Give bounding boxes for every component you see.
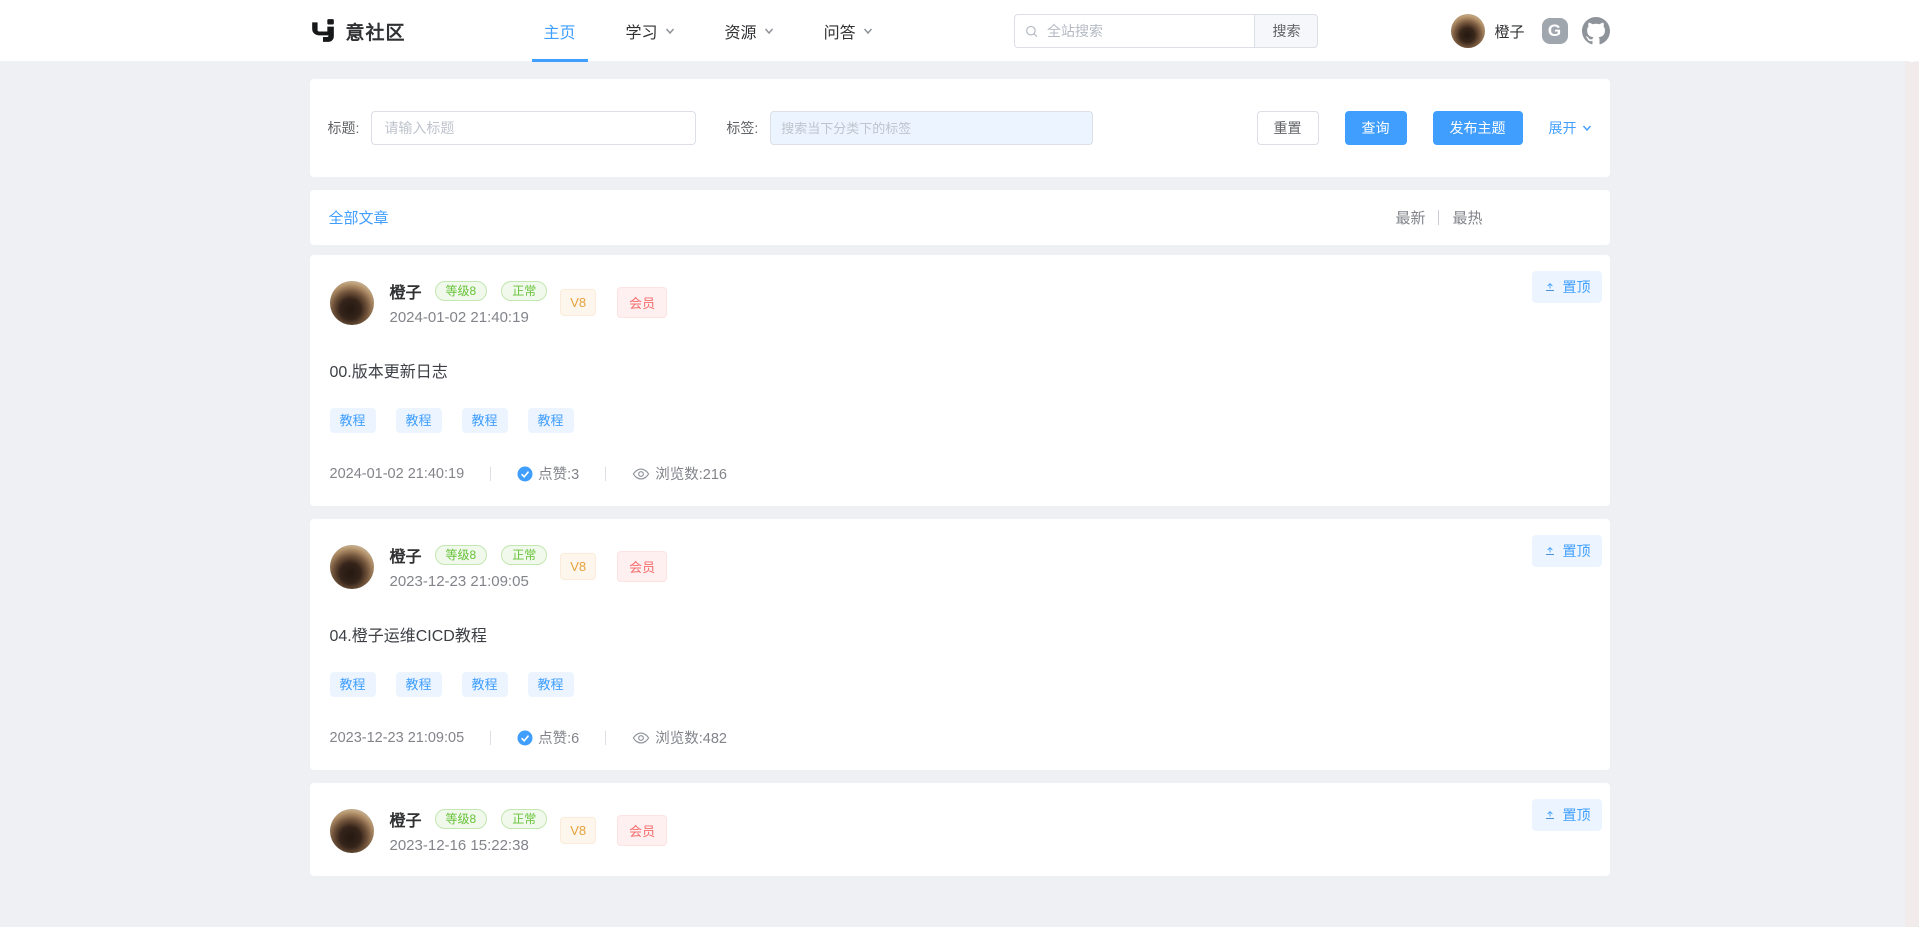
gitee-icon[interactable]: G — [1542, 18, 1568, 44]
likes-count: 点赞:3 — [538, 463, 579, 484]
logo-icon — [310, 18, 336, 44]
nav-item-home[interactable]: 主页 — [544, 0, 576, 62]
post-card: 置顶 橙子 等级8 正常 2023-12-23 21:09:05 V8 会员 — [310, 519, 1610, 770]
vip-badge: V8 — [560, 553, 596, 580]
post-card: 置顶 橙子 等级8 正常 2024-01-02 21:40:19 V8 会员 — [310, 255, 1610, 506]
github-icon[interactable] — [1582, 17, 1610, 45]
list-header: 全部文章 最新 最热 — [310, 190, 1610, 245]
reset-button[interactable]: 重置 — [1257, 111, 1319, 145]
chevron-down-icon — [863, 26, 873, 36]
member-badge: 会员 — [617, 287, 667, 318]
likes-count: 点赞:6 — [538, 727, 579, 748]
tag-filter-label: 标签: — [726, 118, 758, 138]
post-user-row: 橙子 等级8 正常 2024-01-02 21:40:19 V8 会员 — [330, 279, 1590, 326]
post-footer: 2024-01-02 21:40:19 点赞:3 — [330, 463, 1590, 484]
post-card: 置顶 橙子 等级8 正常 2023-12-16 15:22:38 V8 会员 — [310, 783, 1610, 876]
footer-date: 2023-12-23 21:09:05 — [330, 730, 465, 746]
pin-top-icon — [1543, 280, 1557, 294]
publish-topic-button[interactable]: 发布主题 — [1433, 111, 1523, 145]
views-eye-icon — [632, 465, 650, 483]
level-badge: 等级8 — [435, 281, 488, 301]
post-tags: 教程 教程 教程 教程 — [330, 408, 1590, 433]
username[interactable]: 橙子 — [1494, 21, 1524, 42]
nav-item-resources[interactable]: 资源 — [725, 0, 774, 62]
avatar[interactable] — [330, 809, 374, 853]
main-nav: 主页 学习 资源 问答 — [544, 0, 873, 62]
avatar[interactable] — [1451, 14, 1485, 48]
footer-date: 2024-01-02 21:40:19 — [330, 466, 465, 482]
avatar[interactable] — [330, 281, 374, 325]
all-articles-link[interactable]: 全部文章 — [329, 207, 389, 228]
post-author[interactable]: 橙子 — [390, 279, 422, 303]
sort-newest[interactable]: 最新 — [1395, 207, 1425, 228]
pin-top-icon — [1543, 544, 1557, 558]
title-filter-label: 标题: — [328, 118, 360, 138]
vip-badge: V8 — [560, 817, 596, 844]
site-title: 意社区 — [346, 18, 406, 45]
expand-toggle[interactable]: 展开 — [1549, 118, 1592, 138]
pin-button[interactable]: 置顶 — [1532, 535, 1602, 567]
tag[interactable]: 教程 — [528, 408, 574, 433]
status-badge: 正常 — [501, 281, 547, 301]
chevron-down-icon — [1582, 123, 1592, 133]
site-logo[interactable]: 意社区 — [310, 18, 406, 45]
user-area: 橙子 G — [1451, 14, 1609, 48]
nav-item-learn[interactable]: 学习 — [626, 0, 675, 62]
filter-panel: 标题: 标签: 重置 查询 发布主题 展开 — [310, 79, 1610, 177]
page: 意社区 主页 学习 资源 问答 — [0, 0, 1919, 927]
nav-item-qa[interactable]: 问答 — [824, 0, 873, 62]
sort-hottest[interactable]: 最热 — [1452, 207, 1482, 228]
tag[interactable]: 教程 — [462, 408, 508, 433]
pin-button[interactable]: 置顶 — [1532, 799, 1602, 831]
member-badge: 会员 — [617, 815, 667, 846]
post-user-row: 橙子 等级8 正常 2023-12-16 15:22:38 V8 会员 — [330, 807, 1590, 854]
scrollbar-thumb[interactable] — [1906, 0, 1918, 62]
post-title[interactable]: 04.橙子运维CICD教程 — [330, 622, 1590, 646]
post-author[interactable]: 橙子 — [390, 543, 422, 567]
tag[interactable]: 教程 — [462, 672, 508, 697]
views-count: 浏览数:482 — [655, 727, 727, 748]
views-eye-icon — [632, 729, 650, 747]
vip-badge: V8 — [560, 289, 596, 316]
post-title[interactable]: 00.版本更新日志 — [330, 358, 1590, 382]
post-datetime: 2023-12-23 21:09:05 — [390, 573, 548, 590]
chevron-down-icon — [764, 26, 774, 36]
tag[interactable]: 教程 — [396, 672, 442, 697]
post-tags: 教程 教程 教程 教程 — [330, 672, 1590, 697]
post-footer: 2023-12-23 21:09:05 点赞:6 — [330, 727, 1590, 748]
member-badge: 会员 — [617, 551, 667, 582]
status-badge: 正常 — [501, 545, 547, 565]
pin-top-icon — [1543, 808, 1557, 822]
site-search: 搜索 — [1014, 14, 1318, 48]
tag-filter-input[interactable] — [770, 111, 1093, 145]
tag[interactable]: 教程 — [396, 408, 442, 433]
avatar[interactable] — [330, 545, 374, 589]
tag[interactable]: 教程 — [330, 408, 376, 433]
views-count: 浏览数:216 — [655, 463, 727, 484]
sort-divider — [1438, 210, 1439, 225]
search-button[interactable]: 搜索 — [1254, 14, 1318, 48]
tag[interactable]: 教程 — [528, 672, 574, 697]
status-badge: 正常 — [501, 809, 547, 829]
like-check-icon — [517, 730, 533, 746]
level-badge: 等级8 — [435, 809, 488, 829]
query-button[interactable]: 查询 — [1345, 111, 1407, 145]
post-datetime: 2023-12-16 15:22:38 — [390, 837, 548, 854]
scrollbar-track[interactable] — [1905, 62, 1919, 927]
title-filter-input[interactable] — [371, 111, 696, 145]
chevron-down-icon — [665, 26, 675, 36]
search-icon — [1025, 24, 1039, 39]
top-navbar: 意社区 主页 学习 资源 问答 — [0, 0, 1919, 62]
tag[interactable]: 教程 — [330, 672, 376, 697]
like-check-icon — [517, 466, 533, 482]
pin-button[interactable]: 置顶 — [1532, 271, 1602, 303]
post-datetime: 2024-01-02 21:40:19 — [390, 309, 548, 326]
post-author[interactable]: 橙子 — [390, 807, 422, 831]
search-input[interactable] — [1047, 23, 1244, 39]
post-user-row: 橙子 等级8 正常 2023-12-23 21:09:05 V8 会员 — [330, 543, 1590, 590]
level-badge: 等级8 — [435, 545, 488, 565]
